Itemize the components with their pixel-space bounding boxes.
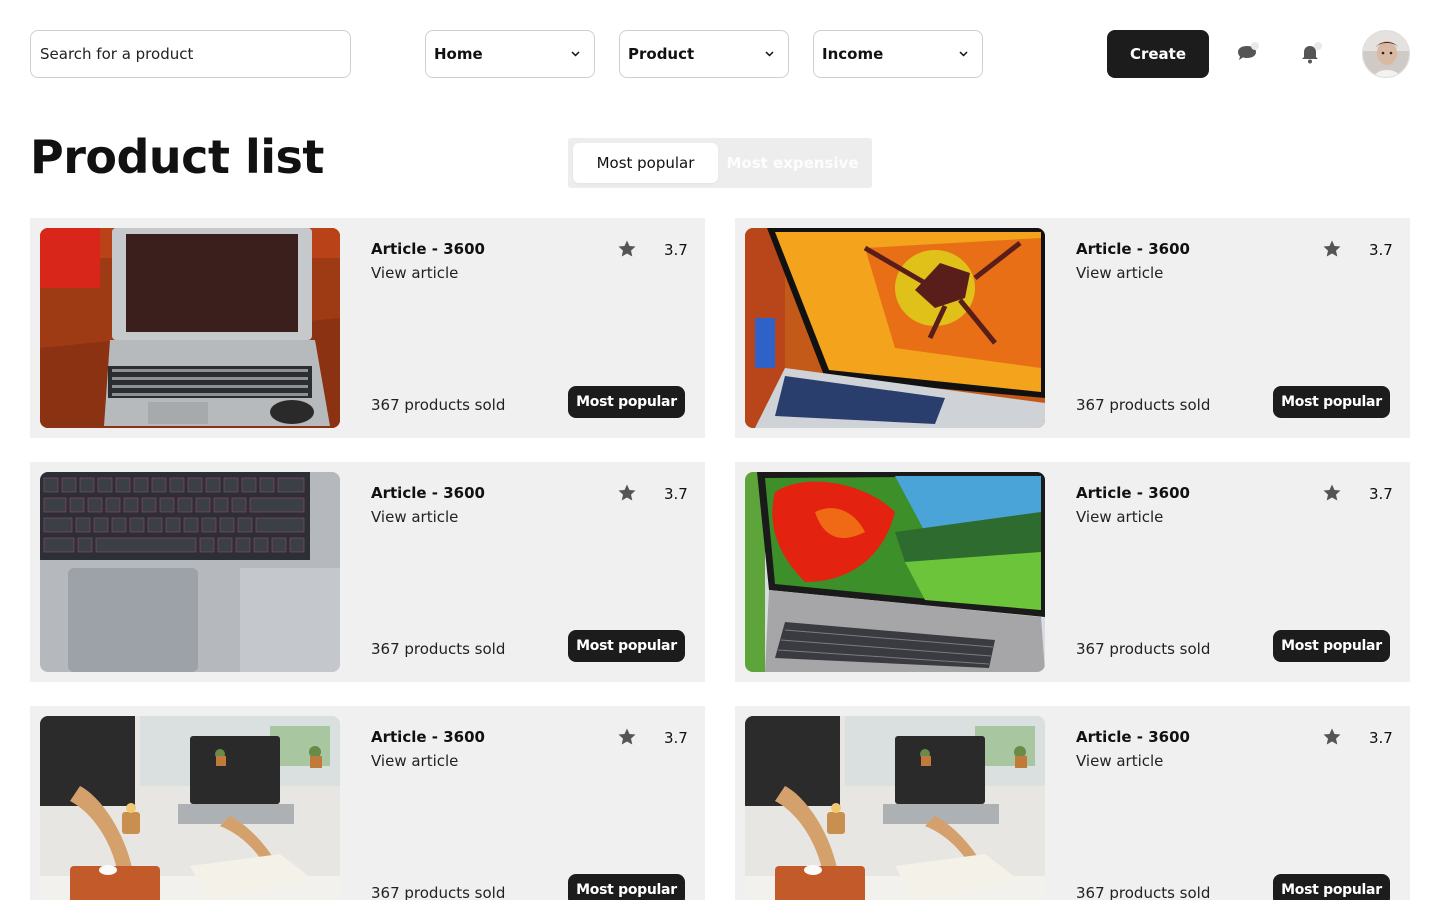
income-dropdown-label: Income	[822, 45, 884, 63]
home-dropdown[interactable]: Home	[425, 30, 595, 78]
page-title: Product list	[30, 130, 324, 184]
product-image-workspace-desk	[745, 716, 1045, 900]
star-icon	[1322, 727, 1342, 747]
product-title: Article - 3600	[371, 728, 485, 746]
product-title: Article - 3600	[371, 240, 485, 258]
star-icon	[1322, 239, 1342, 259]
product-title: Article - 3600	[1076, 728, 1190, 746]
product-card[interactable]: Article - 3600 View article 3.7 367 prod…	[735, 218, 1410, 438]
product-image-workspace-desk	[40, 716, 340, 900]
status-badge: Most popular	[568, 386, 685, 418]
star-icon	[617, 727, 637, 747]
create-button[interactable]: Create	[1107, 30, 1209, 78]
sort-toggle: Most popular Most expensive	[568, 138, 872, 188]
view-article-link[interactable]: View article	[1076, 264, 1163, 282]
tab-most-popular[interactable]: Most popular	[573, 143, 718, 183]
products-sold: 367 products sold	[1076, 640, 1211, 658]
product-rating: 3.7	[664, 729, 688, 747]
product-card[interactable]: Article - 3600 View article 3.7 367 prod…	[30, 218, 705, 438]
products-sold: 367 products sold	[371, 640, 506, 658]
product-title: Article - 3600	[1076, 484, 1190, 502]
product-image-laptop-desk	[40, 228, 340, 428]
bell-icon[interactable]	[1296, 40, 1324, 68]
status-badge: Most popular	[1273, 630, 1390, 662]
chevron-down-icon	[958, 49, 968, 59]
home-dropdown-label: Home	[434, 45, 483, 63]
product-dropdown-label: Product	[628, 45, 695, 63]
product-card[interactable]: Article - 3600 View article 3.7 367 prod…	[735, 706, 1410, 900]
star-icon	[617, 483, 637, 503]
bell-notification-dot	[1314, 42, 1322, 50]
status-badge: Most popular	[568, 874, 685, 900]
view-article-link[interactable]: View article	[371, 752, 458, 770]
product-card[interactable]: Article - 3600 View article 3.7 367 prod…	[30, 706, 705, 900]
products-sold: 367 products sold	[371, 884, 506, 900]
view-article-link[interactable]: View article	[371, 508, 458, 526]
product-rating: 3.7	[664, 485, 688, 503]
view-article-link[interactable]: View article	[1076, 508, 1163, 526]
products-sold: 367 products sold	[371, 396, 506, 414]
chat-icon[interactable]	[1233, 40, 1261, 68]
status-badge: Most popular	[1273, 874, 1390, 900]
product-image-laptop-flower-wallpaper	[745, 472, 1045, 672]
star-icon	[1322, 483, 1342, 503]
view-article-link[interactable]: View article	[371, 264, 458, 282]
chevron-down-icon	[570, 49, 580, 59]
product-image-laptop-orange-wallpaper	[745, 228, 1045, 428]
avatar[interactable]	[1362, 30, 1410, 78]
product-rating: 3.7	[1369, 241, 1393, 259]
product-title: Article - 3600	[371, 484, 485, 502]
product-rating: 3.7	[1369, 729, 1393, 747]
tab-most-expensive[interactable]: Most expensive	[718, 143, 867, 183]
products-sold: 367 products sold	[1076, 884, 1211, 900]
chat-notification-dot	[1251, 42, 1259, 50]
status-badge: Most popular	[1273, 386, 1390, 418]
product-card[interactable]: Article - 3600 View article 3.7 367 prod…	[30, 462, 705, 682]
products-sold: 367 products sold	[1076, 396, 1211, 414]
star-icon	[617, 239, 637, 259]
income-dropdown[interactable]: Income	[813, 30, 983, 78]
product-dropdown[interactable]: Product	[619, 30, 789, 78]
search-input[interactable]	[30, 30, 351, 78]
product-image-keyboard-closeup	[40, 472, 340, 672]
chevron-down-icon	[764, 49, 774, 59]
product-title: Article - 3600	[1076, 240, 1190, 258]
product-rating: 3.7	[664, 241, 688, 259]
product-rating: 3.7	[1369, 485, 1393, 503]
product-card[interactable]: Article - 3600 View article 3.7 367 prod…	[735, 462, 1410, 682]
status-badge: Most popular	[568, 630, 685, 662]
view-article-link[interactable]: View article	[1076, 752, 1163, 770]
